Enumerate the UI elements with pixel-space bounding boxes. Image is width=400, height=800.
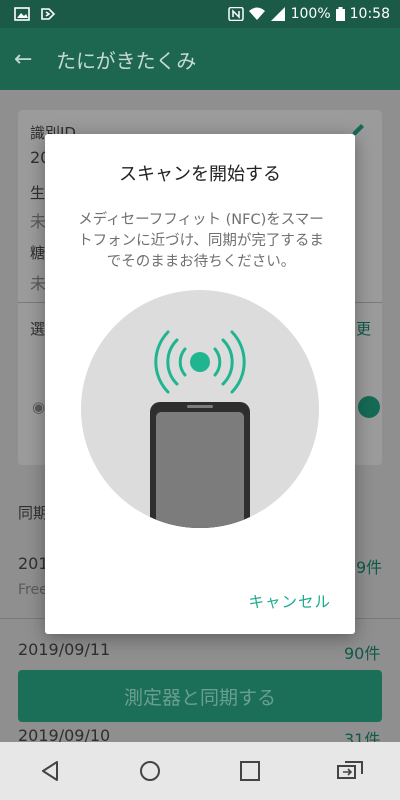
recents-square-icon [240, 761, 260, 781]
system-nav-bar [0, 742, 400, 800]
battery-percent: 100% [290, 6, 331, 22]
page-title: たにがきたくみ [56, 48, 197, 73]
app-bar: ← たにがきたくみ [0, 28, 400, 90]
back-arrow-icon[interactable]: ← [14, 47, 38, 72]
history-device: Free [18, 582, 48, 598]
battery-icon [335, 7, 345, 21]
nav-recents-button[interactable] [230, 751, 270, 791]
sync-history-header: 同期 [18, 504, 49, 522]
signal-icon [270, 7, 285, 21]
status-bar: 100% 10:58 [0, 0, 400, 28]
dialog-message: メディセーフフィット (NFC)をスマートフォンに近づけ、同期が完了するまでその… [78, 212, 324, 270]
section-label: 選 [30, 320, 46, 338]
nav-home-button[interactable] [130, 751, 170, 791]
dialog-title: スキャンを開始する [119, 164, 281, 185]
sync-with-device-button[interactable]: 測定器と同期する [18, 670, 382, 722]
toggle-switch[interactable] [358, 396, 380, 418]
home-circle-icon [140, 761, 160, 781]
row2-value: 未 [30, 274, 47, 293]
smartphone-icon [150, 402, 250, 528]
history-date: 2019/09/11 [18, 640, 111, 659]
gallery-notification-icon [14, 7, 30, 21]
nfc-icon [227, 7, 244, 21]
nav-back-button[interactable] [30, 751, 70, 791]
cancel-button[interactable]: キャンセル [248, 590, 331, 612]
history-count: 9件 [356, 558, 383, 577]
download-notification-icon [41, 8, 56, 20]
clock: 10:58 [349, 6, 390, 22]
nfc-scan-illustration [81, 290, 319, 528]
eye-icon: ◉ [32, 398, 46, 416]
change-link[interactable]: 更 [356, 318, 371, 339]
wifi-icon [248, 7, 265, 20]
row2-label: 糖 [30, 244, 46, 262]
row1-value: 未 [30, 212, 47, 231]
row1-label: 生 [30, 184, 46, 202]
scan-dialog: スキャンを開始する メディセーフフィット (NFC)をスマートフォンに近づけ、同… [45, 134, 355, 634]
history-count: 90件 [344, 644, 381, 663]
back-triangle-icon [42, 761, 58, 781]
nav-switch-sim-button[interactable] [330, 751, 370, 791]
dual-window-icon [337, 761, 363, 779]
